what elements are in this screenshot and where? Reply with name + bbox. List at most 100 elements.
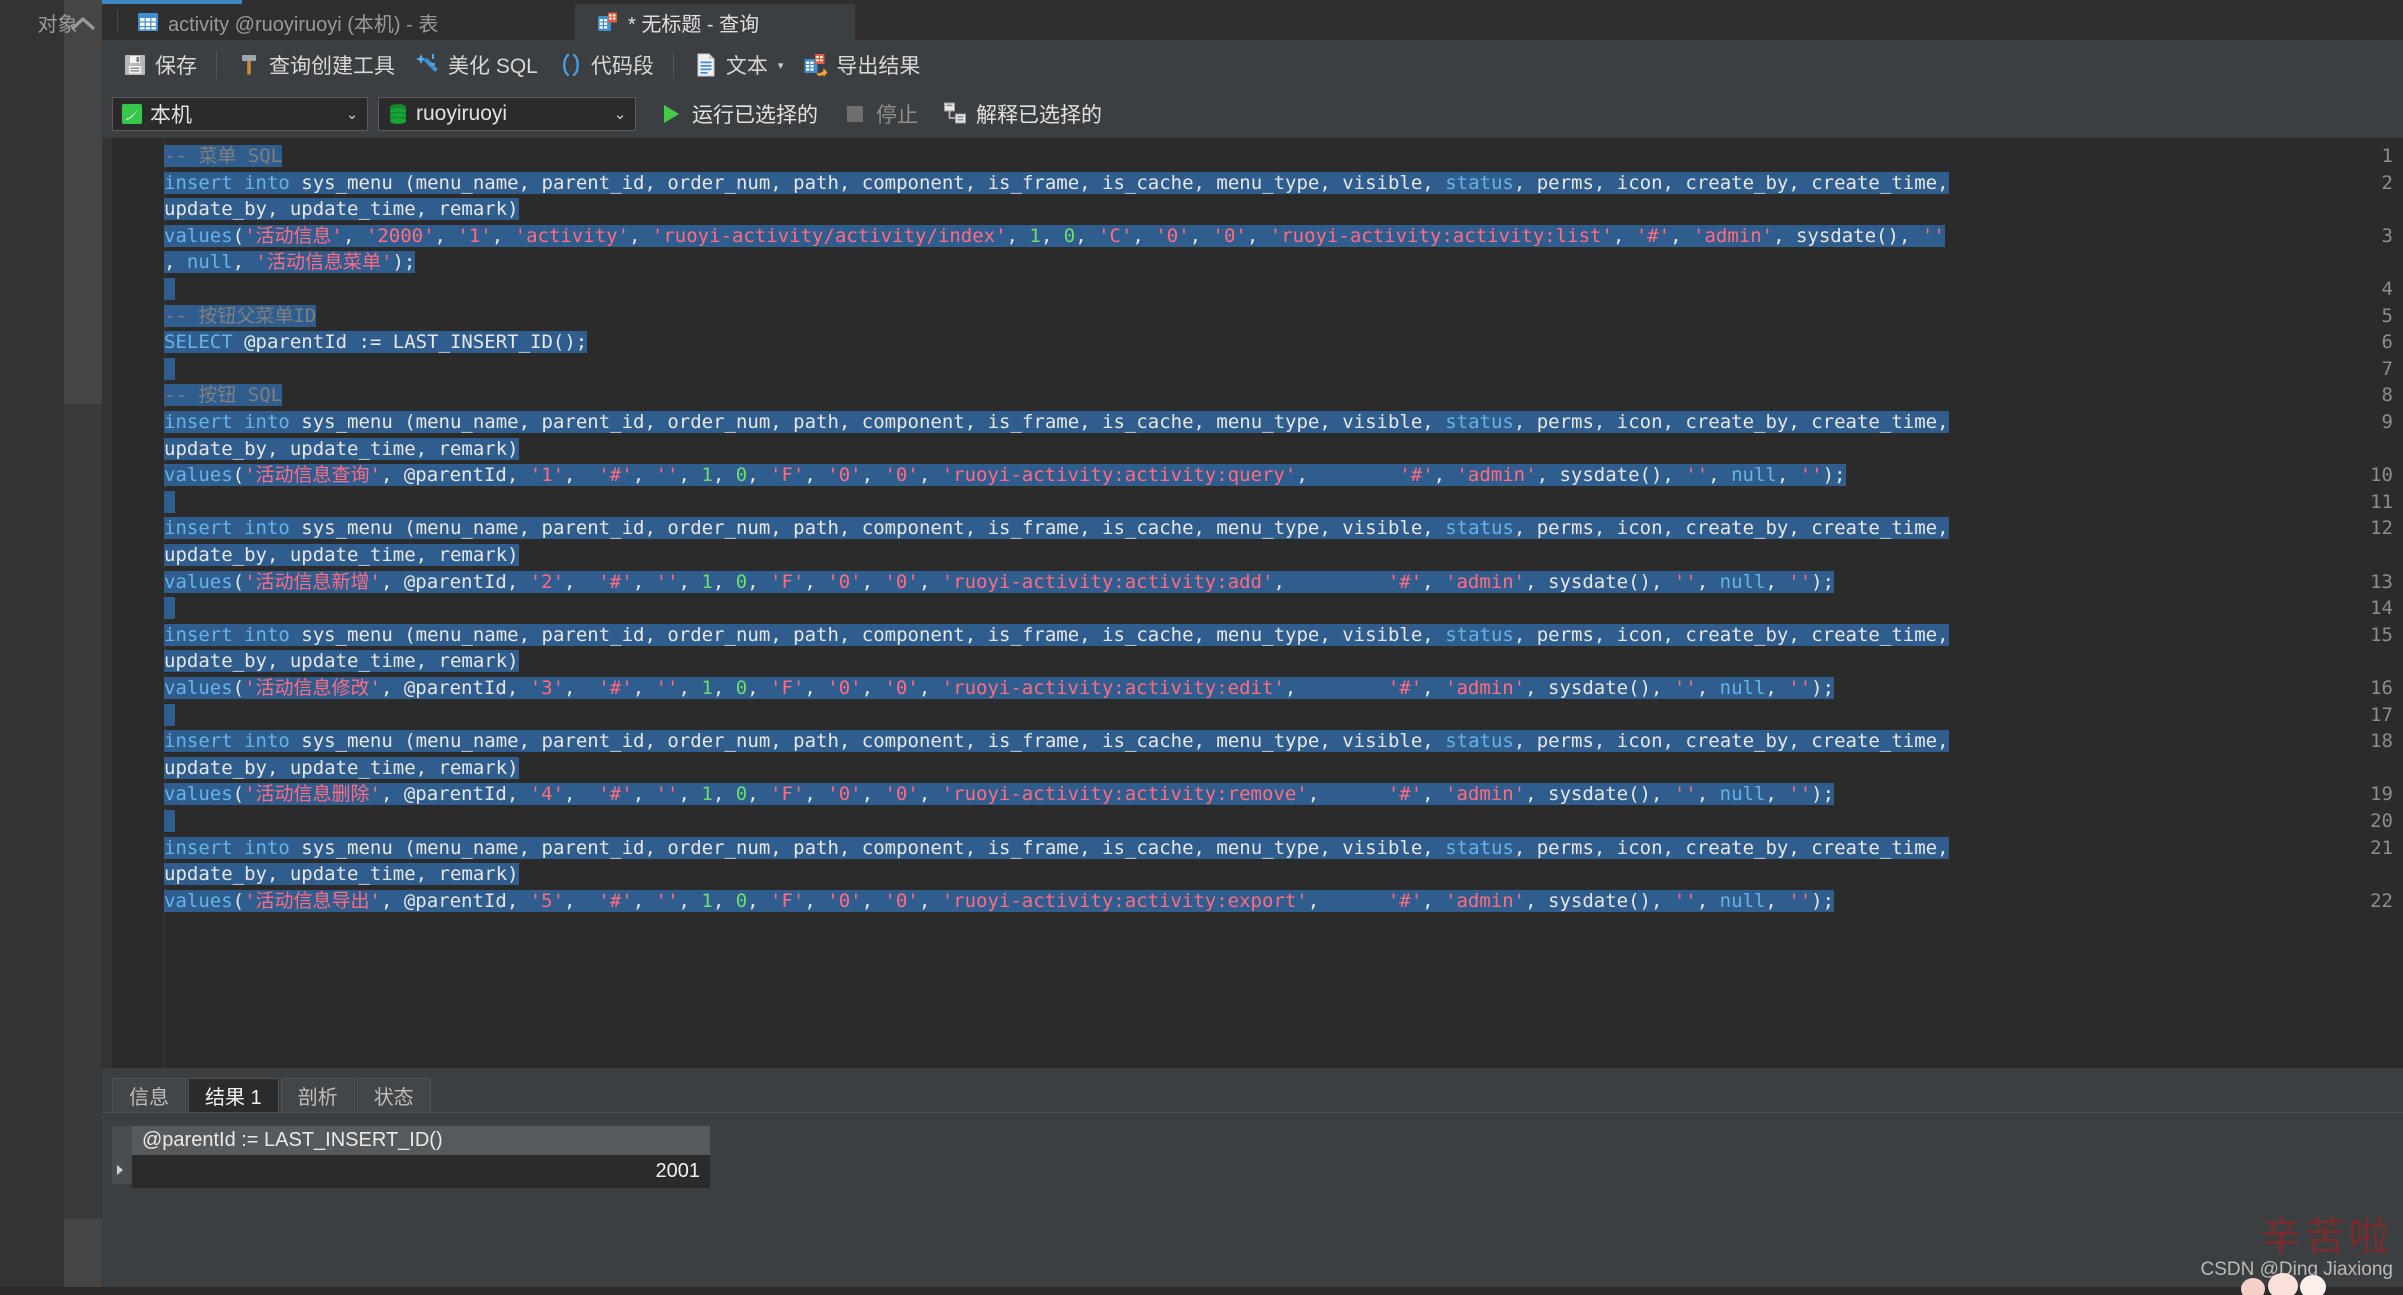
code-line[interactable]: update_by, update_time, remark) (164, 755, 519, 782)
stop-button[interactable]: 停止 (830, 96, 930, 132)
code-token: , (633, 677, 656, 699)
code-token: , (492, 225, 515, 247)
save-button[interactable]: 保存 (112, 45, 207, 85)
line-number: 21 (2343, 835, 2393, 862)
result-grid-cell[interactable]: 2001 (132, 1155, 710, 1188)
code-line[interactable] (164, 595, 175, 622)
results-tab-info[interactable]: 信息 (112, 1078, 186, 1112)
database-select[interactable]: ruoyiruoyi ⌄ (378, 97, 636, 131)
code-line[interactable]: values('活动信息删除', @parentId, '4', '#', ''… (164, 781, 1834, 808)
code-token: '0' (884, 677, 918, 699)
code-line[interactable]: insert into sys_menu (menu_name, parent_… (164, 409, 1949, 436)
result-grid-column-header[interactable]: @parentId := LAST_INSERT_ID() (132, 1126, 710, 1155)
code-token: '' (1788, 571, 1811, 593)
code-token: sys_menu (menu_name, parent_id, order_nu… (290, 411, 1445, 433)
code-token: , (1007, 225, 1030, 247)
code-token: '' (1788, 890, 1811, 912)
code-line[interactable] (164, 489, 175, 516)
code-token: ); (392, 251, 415, 273)
code-line[interactable]: values('活动信息导出', @parentId, '5', '#', ''… (164, 888, 1834, 915)
database-icon (386, 102, 410, 126)
sql-editor[interactable]: -- 菜单 SQLinsert into sys_menu (menu_name… (102, 138, 2403, 1068)
code-token: '活动信息查询' (244, 464, 381, 486)
code-line[interactable]: insert into sys_menu (menu_name, parent_… (164, 835, 1949, 862)
line-number: 1 (2343, 143, 2393, 170)
code-line[interactable] (164, 808, 175, 835)
code-token: , (713, 571, 736, 593)
code-token: '1' (530, 464, 564, 486)
beautify-sql-button[interactable]: 美化 SQL (405, 45, 548, 85)
code-line[interactable]: update_by, update_time, remark) (164, 196, 519, 223)
code-token: 'ruoyi-activity:activity:query' (942, 464, 1297, 486)
code-token: , (1308, 783, 1388, 805)
code-line[interactable]: update_by, update_time, remark) (164, 436, 519, 463)
tab-untitled-query[interactable]: * 无标题 - 查询 (575, 4, 855, 40)
connection-select[interactable]: 本机 ⌄ (112, 97, 368, 131)
results-tab-status[interactable]: 状态 (357, 1078, 431, 1112)
chevron-down-icon[interactable]: ⌄ (337, 105, 367, 123)
chevron-down-icon[interactable]: ⌄ (605, 105, 635, 123)
code-token: '活动信息新增' (244, 571, 381, 593)
code-token: values (164, 677, 233, 699)
sql-code-area[interactable]: -- 菜单 SQLinsert into sys_menu (menu_name… (164, 138, 2403, 1068)
code-line[interactable]: insert into sys_menu (menu_name, parent_… (164, 515, 1949, 542)
code-token: '' (1685, 464, 1708, 486)
code-token: , (1777, 464, 1800, 486)
code-line[interactable] (164, 276, 175, 303)
code-token: , perms, icon, create_by, create_time, (1514, 411, 1949, 433)
code-line-content: insert into sys_menu (menu_name, parent_… (164, 730, 1949, 752)
code-token: 1 (701, 783, 712, 805)
code-line-content: -- 按钮 SQL (164, 384, 282, 406)
code-line[interactable]: update_by, update_time, remark) (164, 648, 519, 675)
code-token: ); (1811, 783, 1834, 805)
code-token: '0' (884, 890, 918, 912)
query-builder-button[interactable]: 查询创建工具 (226, 45, 405, 85)
code-line[interactable]: -- 按钮 SQL (164, 382, 282, 409)
explain-selected-button[interactable]: 解释已选择的 (930, 96, 1114, 132)
code-token: ); (1811, 890, 1834, 912)
text-format-button[interactable]: 文本 ▾ (683, 45, 794, 85)
code-line[interactable]: insert into sys_menu (menu_name, parent_… (164, 170, 1949, 197)
results-tab-result1[interactable]: 结果 1 (188, 1078, 279, 1112)
stop-button-label: 停止 (876, 99, 918, 129)
code-line[interactable]: values('活动信息修改', @parentId, '3', '#', ''… (164, 675, 1834, 702)
code-token: 0 (736, 890, 747, 912)
run-selected-button[interactable]: 运行已选择的 (646, 96, 830, 132)
code-line[interactable]: -- 菜单 SQL (164, 143, 282, 170)
code-line[interactable]: insert into sys_menu (menu_name, parent_… (164, 622, 1949, 649)
tab-activity-table[interactable]: activity @ruoyiruoyi (本机) - 表 (115, 4, 475, 40)
code-line[interactable]: values('活动信息新增', @parentId, '2', '#', ''… (164, 569, 1834, 596)
code-snippet-button[interactable]: 代码段 (548, 45, 664, 85)
editor-vertical-scroll-track[interactable] (64, 404, 102, 1219)
code-line[interactable]: -- 按钮父菜单ID (164, 303, 316, 330)
code-line[interactable]: update_by, update_time, remark) (164, 861, 519, 888)
code-line[interactable]: insert into sys_menu (menu_name, parent_… (164, 728, 1949, 755)
chevron-down-icon[interactable]: ▾ (778, 59, 784, 72)
code-snippet-button-label: 代码段 (591, 50, 654, 80)
toolbar-divider (673, 51, 674, 79)
code-line[interactable]: update_by, update_time, remark) (164, 542, 519, 569)
code-token: , @parentId, (381, 890, 530, 912)
export-result-button-label: 导出结果 (836, 50, 920, 80)
results-tab-profile[interactable]: 剖析 (281, 1078, 355, 1112)
tab-objects[interactable]: 对象 (0, 4, 115, 40)
play-icon (658, 101, 684, 127)
code-line[interactable]: SELECT @parentId := LAST_INSERT_ID(); (164, 329, 587, 356)
code-token: 1 (701, 464, 712, 486)
toolbar-divider (216, 51, 217, 79)
code-token: update_by, update_time, remark) (164, 757, 519, 779)
code-token: 'admin' (1445, 783, 1525, 805)
code-line[interactable] (164, 702, 175, 729)
code-token: 1 (701, 677, 712, 699)
code-line[interactable]: values('活动信息', '2000', '1', 'activity', … (164, 223, 1945, 250)
export-result-button[interactable]: 导出结果 (793, 45, 930, 85)
code-line[interactable]: values('活动信息查询', @parentId, '1', '#', ''… (164, 462, 1846, 489)
code-token: , (713, 464, 736, 486)
code-token: null (1720, 571, 1766, 593)
code-token: '' (656, 677, 679, 699)
code-line[interactable]: , null, '活动信息菜单'); (164, 249, 415, 276)
code-token: '' (656, 890, 679, 912)
code-token: '3' (530, 677, 564, 699)
line-number: 3 (2343, 223, 2393, 250)
code-line[interactable] (164, 356, 175, 383)
